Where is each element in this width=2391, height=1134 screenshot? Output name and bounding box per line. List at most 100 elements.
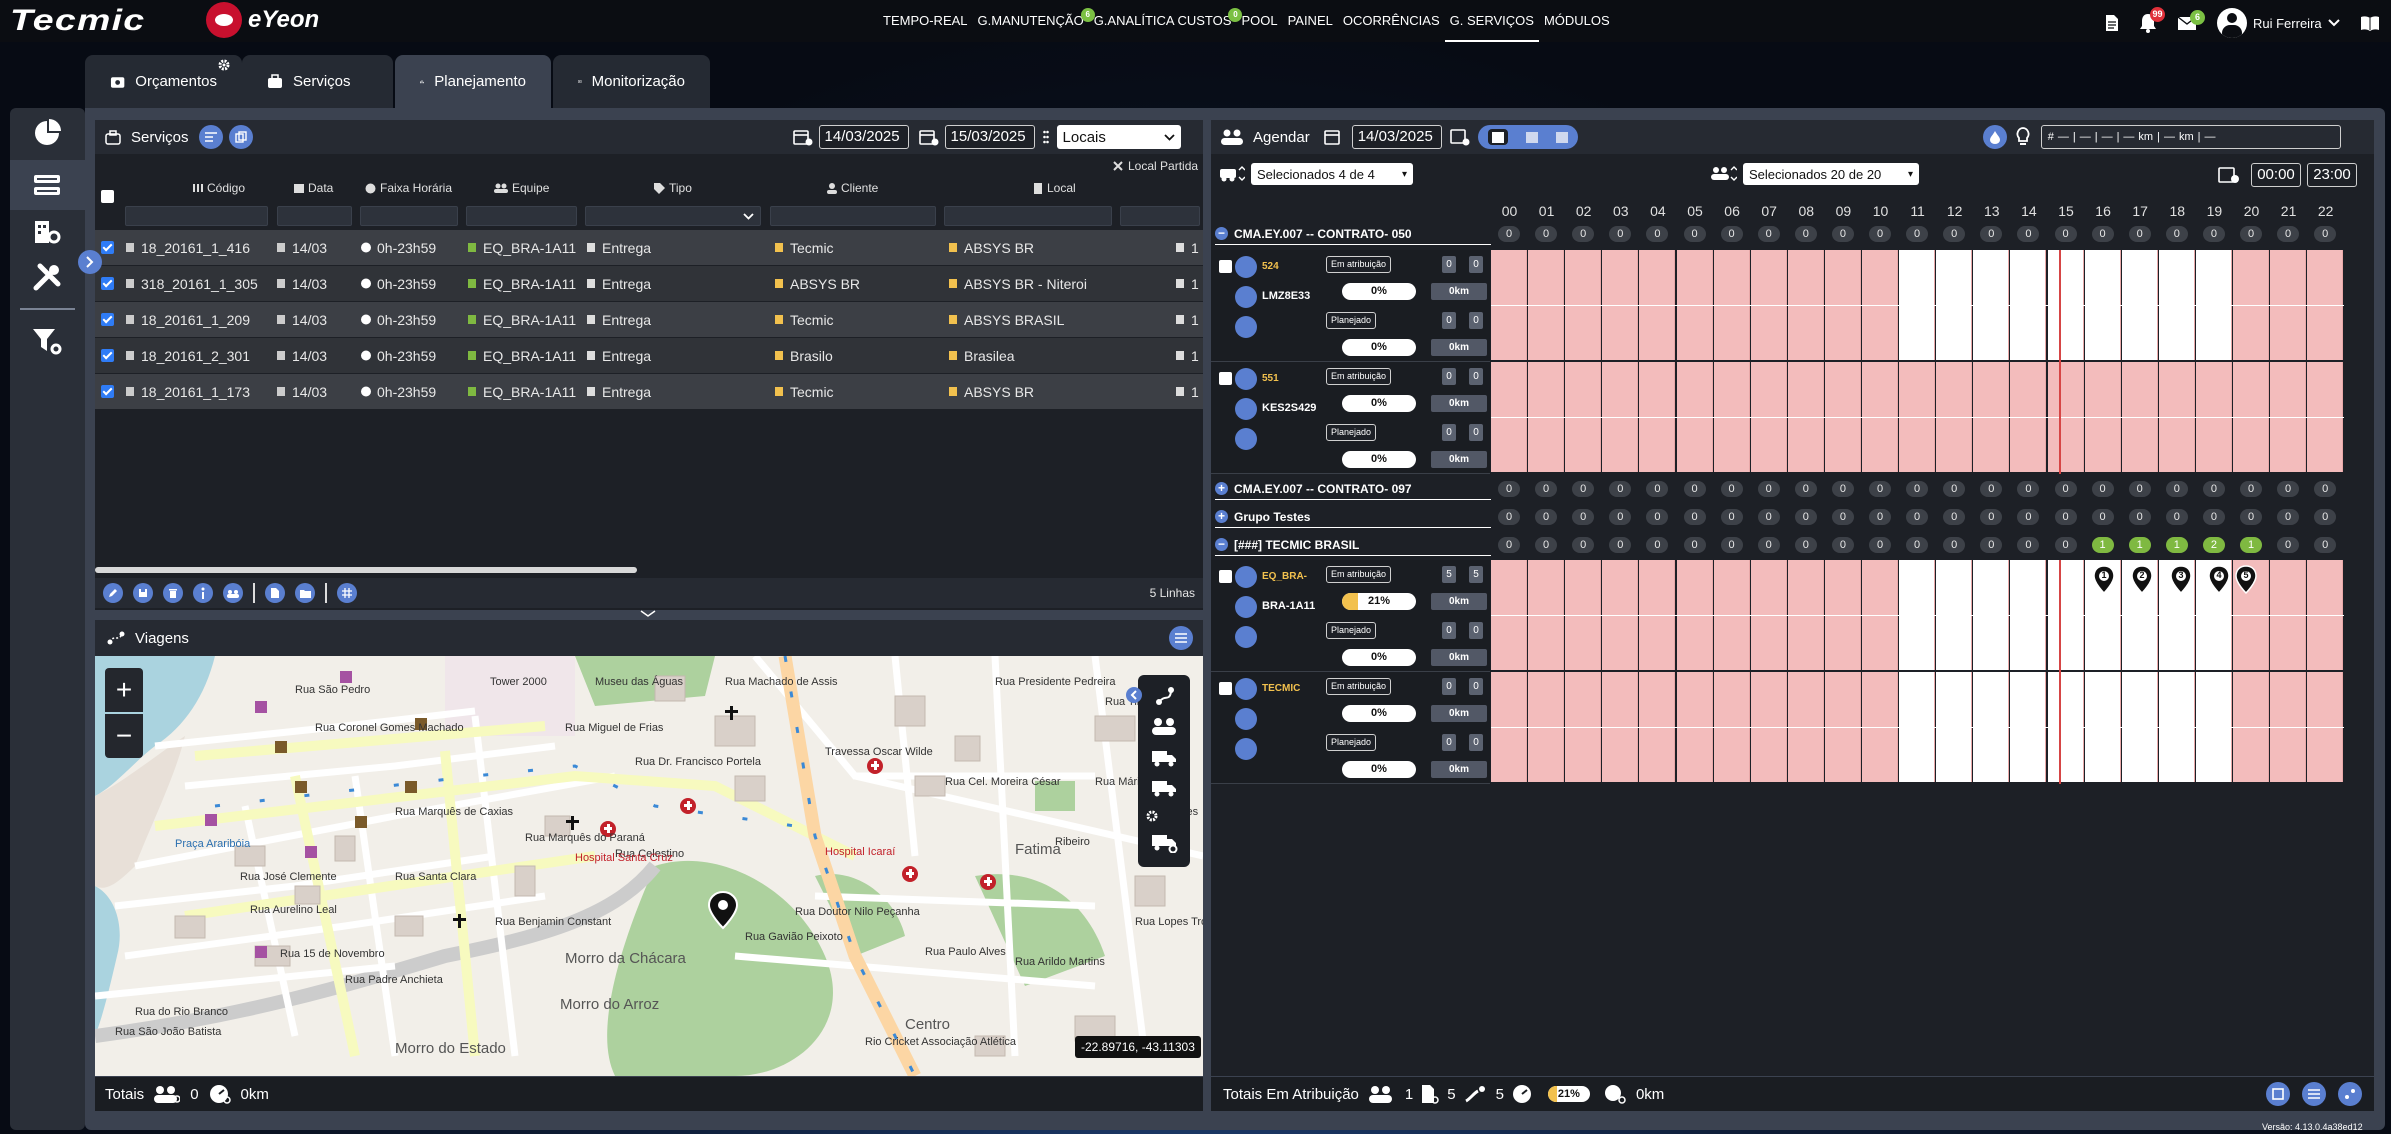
- globe-icon[interactable]: [1235, 678, 1257, 700]
- settings-icon[interactable]: [1146, 810, 1158, 822]
- col-equipe[interactable]: Equipe: [494, 181, 549, 195]
- nav-item-g-servi-os[interactable]: G. SERVIÇOS: [1444, 0, 1539, 42]
- filter-settings-icon[interactable]: [30, 324, 64, 358]
- group-toggle-button[interactable]: −: [1215, 538, 1228, 551]
- col-cliente[interactable]: Cliente: [827, 181, 878, 195]
- time-from-input[interactable]: 00:00: [2251, 163, 2301, 187]
- services-copy-button[interactable]: [228, 125, 253, 149]
- filter-codigo[interactable]: [125, 206, 268, 226]
- horizontal-scrollbar[interactable]: [95, 567, 637, 573]
- vehicles-select[interactable]: Selecionados 4 de 4 ▾: [1251, 163, 1413, 185]
- service-marker[interactable]: 2: [2131, 565, 2153, 595]
- tools-icon[interactable]: [30, 260, 64, 294]
- building-settings-icon[interactable]: [30, 214, 64, 248]
- calendar-settings-icon[interactable]: [1449, 128, 1470, 146]
- services-action-button[interactable]: [198, 125, 223, 149]
- group-header[interactable]: + CMA.EY.007 -- CONTRATO- 097: [1215, 478, 1491, 500]
- table-row[interactable]: 318_20161_1_305 14/03 0h-23h59 EQ_BRA-1A11 E…: [95, 266, 1203, 302]
- row-checkbox[interactable]: [101, 349, 114, 362]
- user-menu[interactable]: Rui Ferreira: [2217, 8, 2340, 38]
- table-row[interactable]: 18_20161_1_416 14/03 0h-23h59 EQ_BRA-1A11 En…: [95, 230, 1203, 266]
- vehicle-checkbox[interactable]: [1219, 570, 1232, 583]
- filter-faixa[interactable]: [360, 206, 458, 226]
- truck-icon[interactable]: [1152, 779, 1176, 797]
- zoom-in-button[interactable]: +: [105, 668, 143, 712]
- col-tipo[interactable]: Tipo: [654, 181, 692, 195]
- group-header[interactable]: − [###] TECMIC BRASIL: [1215, 534, 1491, 556]
- document-icon[interactable]: [2105, 14, 2119, 32]
- list-view-icon[interactable]: [30, 168, 64, 202]
- group-toggle-button[interactable]: +: [1215, 482, 1228, 495]
- filter-cliente[interactable]: [770, 206, 936, 226]
- schedule-date-input[interactable]: 14/03/2025: [1351, 125, 1442, 149]
- nav-item-g-manuten-o[interactable]: G.MANUTENÇÃO 6: [973, 0, 1095, 42]
- book-icon[interactable]: [2360, 15, 2380, 31]
- filter-tipo-select[interactable]: [585, 206, 761, 226]
- nav-item-painel[interactable]: PAINEL: [1283, 0, 1338, 42]
- globe-icon[interactable]: [1235, 256, 1257, 278]
- filter-local[interactable]: [944, 206, 1112, 226]
- date-to-input[interactable]: 15/03/2025: [944, 125, 1035, 149]
- table-row[interactable]: 18_20161_1_209 14/03 0h-23h59 EQ_BRA-1A11 En…: [95, 302, 1203, 338]
- lightbulb-icon[interactable]: [2015, 127, 2031, 147]
- nav-item-pool[interactable]: POOL: [1236, 0, 1282, 42]
- sidebar-expand-button[interactable]: [78, 250, 102, 274]
- tab-servicos[interactable]: Serviços: [242, 55, 393, 108]
- row-checkbox[interactable]: [101, 241, 114, 254]
- group-toggle-button[interactable]: −: [1215, 227, 1228, 240]
- col-data[interactable]: Data: [294, 181, 333, 195]
- filter-equipe[interactable]: [466, 206, 577, 226]
- route-button[interactable]: [1235, 626, 1257, 648]
- schedule-route-button[interactable]: [2338, 1082, 2362, 1106]
- map[interactable]: Rua São Pedro Rua Coronel Gomes Machado Pr…: [95, 656, 1203, 1076]
- tab-orcamentos[interactable]: Orçamentos: [85, 55, 242, 108]
- locais-select[interactable]: Locais: [1056, 125, 1181, 149]
- tab-planejamento[interactable]: Planejamento: [395, 55, 551, 108]
- date-from-input[interactable]: 14/03/2025: [818, 125, 909, 149]
- filter-local-partida[interactable]: [1120, 206, 1200, 226]
- chevron-left-icon[interactable]: [1126, 687, 1142, 703]
- service-marker[interactable]: 3: [2170, 565, 2192, 595]
- water-button[interactable]: [1982, 125, 2007, 149]
- globe-icon[interactable]: [1235, 566, 1257, 588]
- mail-icon[interactable]: 6: [2177, 9, 2205, 31]
- table-row[interactable]: 18_20161_1_173 14/03 0h-23h59 EQ_BRA-1A11 En…: [95, 374, 1203, 410]
- vehicle-timeline[interactable]: [1491, 672, 2345, 784]
- month-view-button[interactable]: [1555, 131, 1568, 143]
- vehicle-timeline[interactable]: [1491, 250, 2345, 362]
- time-to-input[interactable]: 23:00: [2307, 163, 2357, 187]
- truck-icon[interactable]: [1152, 749, 1176, 767]
- truck-settings-icon[interactable]: [1152, 833, 1178, 853]
- service-marker[interactable]: 1: [2093, 565, 2115, 595]
- service-marker[interactable]: 4: [2208, 565, 2230, 595]
- col-codigo[interactable]: Código: [193, 181, 245, 195]
- select-all-checkbox[interactable]: [101, 190, 114, 203]
- row-checkbox[interactable]: [101, 277, 114, 290]
- table-row[interactable]: 18_20161_2_301 14/03 0h-23h59 EQ_BRA-1A11 En…: [95, 338, 1203, 374]
- route-button[interactable]: [1235, 738, 1257, 760]
- week-view-button[interactable]: [1525, 131, 1538, 143]
- row-checkbox[interactable]: [101, 313, 114, 326]
- nav-item-tempo-real[interactable]: TEMPO-REAL: [878, 0, 973, 42]
- vehicle-checkbox[interactable]: [1219, 260, 1232, 273]
- tab-monitorizacao[interactable]: Monitorização: [553, 55, 710, 108]
- edit-button[interactable]: [103, 583, 123, 603]
- filter-bar[interactable]: # — | — | — | — km | — km | —: [2040, 125, 2341, 149]
- vehicle-timeline[interactable]: [1491, 362, 2345, 474]
- vehicle-checkbox[interactable]: [1219, 372, 1232, 385]
- delete-button[interactable]: [163, 583, 183, 603]
- folder-button[interactable]: [295, 583, 315, 603]
- drag-handle-icon[interactable]: [1042, 130, 1049, 144]
- grid-button[interactable]: [337, 583, 357, 603]
- gear-icon[interactable]: [218, 59, 230, 71]
- zoom-out-button[interactable]: −: [105, 714, 143, 758]
- col-local[interactable]: Local: [1033, 181, 1076, 195]
- group-header[interactable]: + Grupo Testes: [1215, 506, 1491, 528]
- group-toggle-button[interactable]: +: [1215, 510, 1228, 523]
- route-button[interactable]: [1235, 316, 1257, 338]
- col-local-partida[interactable]: Local Partida: [1112, 159, 1198, 173]
- document-button[interactable]: [265, 583, 285, 603]
- info-button[interactable]: [193, 583, 213, 603]
- vehicle-checkbox[interactable]: [1219, 682, 1232, 695]
- notifications-icon[interactable]: 99: [2139, 7, 2165, 33]
